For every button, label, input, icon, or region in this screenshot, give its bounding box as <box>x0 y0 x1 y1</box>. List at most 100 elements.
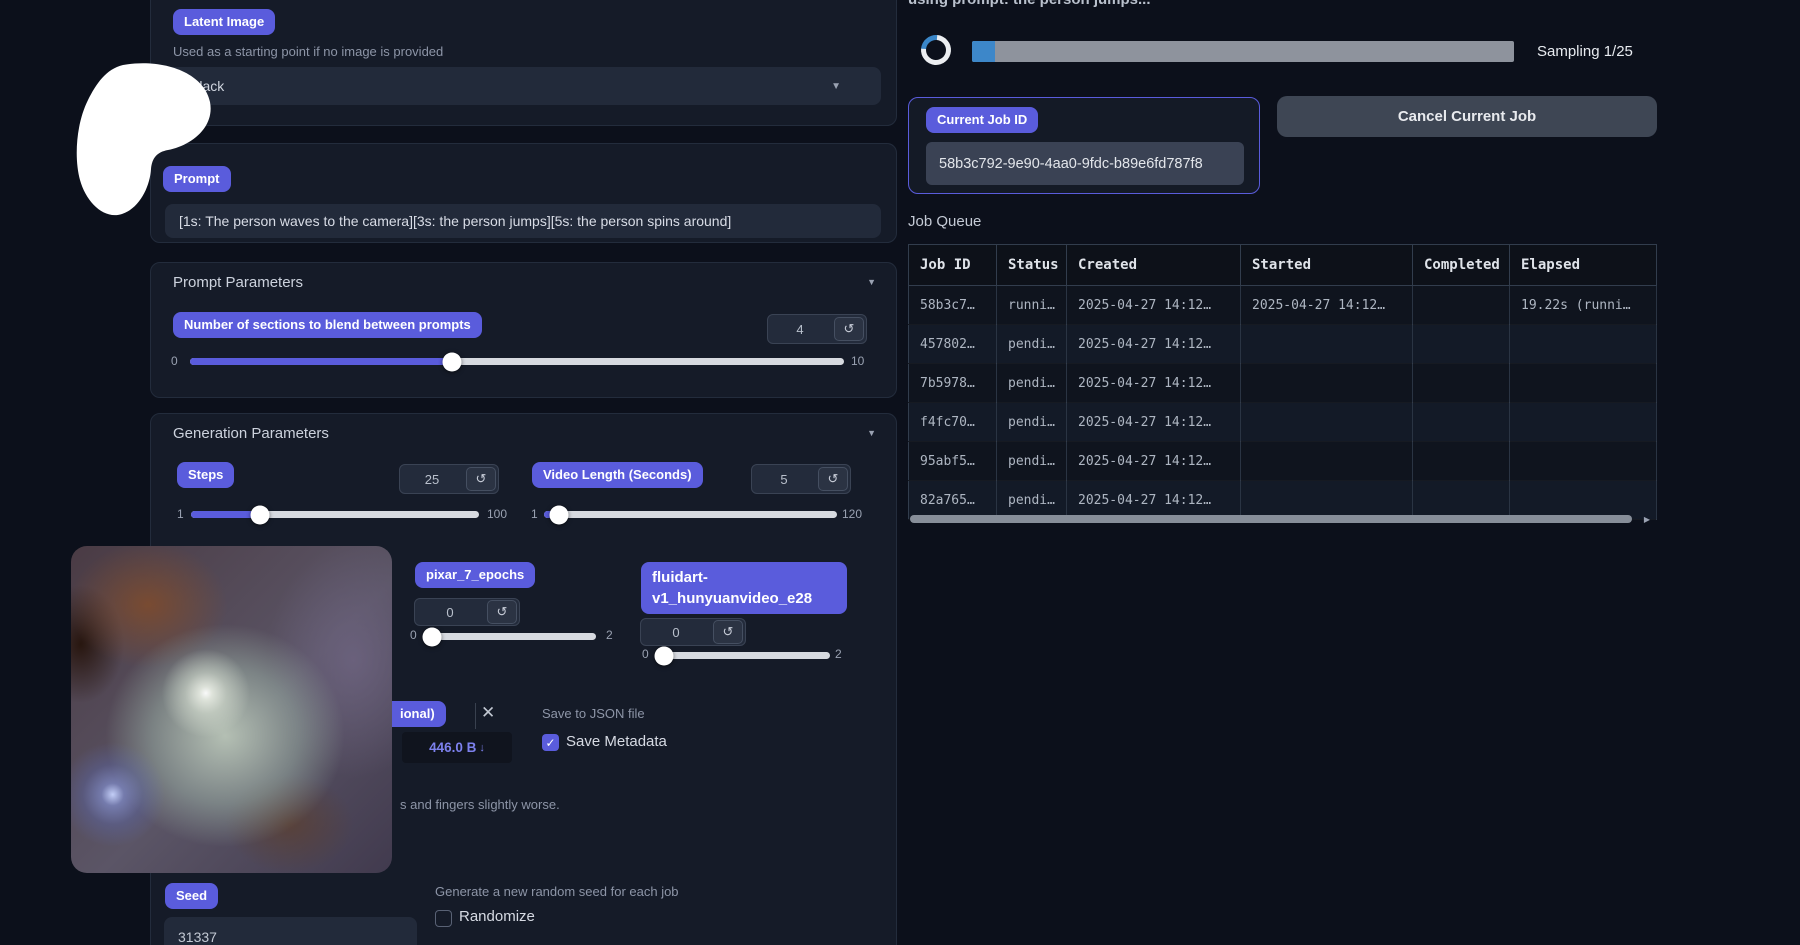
scroll-right-icon[interactable]: ▶ <box>1644 515 1650 524</box>
lora-fluidart-slider-track[interactable] <box>657 652 830 659</box>
video-length-slider-handle[interactable] <box>549 505 568 524</box>
table-cell <box>1241 442 1413 481</box>
prompt-input-value: [1s: The person waves to the camera][3s:… <box>179 213 731 229</box>
lora-fluidart-slider-handle[interactable] <box>654 646 673 665</box>
steps-stepper: 25 ↺ <box>399 464 499 494</box>
table-row[interactable]: 457802…pendi… 2025-04-27 14:12… <box>909 325 1657 364</box>
save-json-hint: Save to JSON file <box>542 706 645 721</box>
lora-pixar-slider-min: 0 <box>410 628 417 642</box>
blend-slider-handle[interactable] <box>442 352 461 371</box>
seed-input-value: 31337 <box>178 929 217 945</box>
clear-file-icon[interactable]: ✕ <box>481 703 495 723</box>
table-cell <box>1510 364 1657 403</box>
latent-image-select[interactable]: Black ▼ <box>165 67 881 105</box>
blend-slider-max: 10 <box>851 354 864 368</box>
chevron-down-icon[interactable]: ▼ <box>831 81 841 92</box>
lora-pixar-slider-track[interactable] <box>425 633 596 640</box>
blend-reset-button[interactable]: ↺ <box>834 317 864 341</box>
lora-pixar-reset-button[interactable]: ↺ <box>487 600 517 624</box>
metadata-file-size: 446.0 B <box>429 740 476 755</box>
current-job-panel: Current Job ID 58b3c792-9e90-4aa0-9fdc-b… <box>908 97 1260 194</box>
lora-pixar-slider-max: 2 <box>606 628 613 642</box>
table-cell <box>1241 325 1413 364</box>
table-scrollbar: ▶ <box>910 515 1650 524</box>
accordion-arrow-icon[interactable]: ▼ <box>867 428 876 438</box>
seed-input[interactable]: 31337 <box>164 917 417 945</box>
prompt-parameters-title[interactable]: Prompt Parameters <box>173 274 303 291</box>
table-cell: 2025-04-27 14:12… <box>1241 286 1413 325</box>
progress-bar-fill <box>972 41 995 62</box>
current-job-label: Current Job ID <box>926 107 1038 133</box>
table-cell <box>1510 403 1657 442</box>
table-header-cell[interactable]: Started <box>1241 245 1413 286</box>
table-row[interactable]: 7b5978…pendi… 2025-04-27 14:12… <box>909 364 1657 403</box>
table-cell: pendi… <box>997 481 1067 520</box>
app-window: Latent Image Used as a starting point if… <box>0 0 1800 945</box>
randomize-checkbox[interactable] <box>435 910 452 927</box>
job-queue-title: Job Queue <box>908 213 981 230</box>
table-cell: 2025-04-27 14:12… <box>1067 325 1241 364</box>
blend-value[interactable]: 4 <box>768 322 832 337</box>
table-cell <box>1413 286 1510 325</box>
table-header-cell[interactable]: Completed <box>1413 245 1510 286</box>
table-row[interactable]: f4fc70…pendi… 2025-04-27 14:12… <box>909 403 1657 442</box>
latent-image-label: Latent Image <box>173 9 275 35</box>
steps-value[interactable]: 25 <box>400 472 464 487</box>
video-length-value[interactable]: 5 <box>752 472 816 487</box>
star-speckles <box>71 546 73 548</box>
lora-fluidart-value[interactable]: 0 <box>641 625 711 640</box>
table-row[interactable]: 58b3c7…runni… 2025-04-27 14:12…2025-04-2… <box>909 286 1657 325</box>
save-metadata-label: Save Metadata <box>566 733 667 750</box>
table-cell <box>1510 442 1657 481</box>
table-cell: 7b5978… <box>909 364 997 403</box>
video-length-reset-button[interactable]: ↺ <box>818 467 848 491</box>
blend-stepper: 4 ↺ <box>767 314 867 344</box>
job-queue-header: Job IDStatusCreatedStartedCompletedElaps… <box>909 245 1657 286</box>
table-header-cell[interactable]: Status <box>997 245 1067 286</box>
table-header-cell[interactable]: Job ID <box>909 245 997 286</box>
lora-fluidart-slider-max: 2 <box>835 647 842 661</box>
blend-label: Number of sections to blend between prom… <box>173 312 482 338</box>
table-header-cell[interactable]: Created <box>1067 245 1241 286</box>
save-metadata-checkbox[interactable]: ✓ <box>542 734 559 751</box>
video-length-label: Video Length (Seconds) <box>532 462 703 488</box>
table-cell: 457802… <box>909 325 997 364</box>
latent-image-block: Latent Image Used as a starting point if… <box>150 0 897 126</box>
lora-pixar-value[interactable]: 0 <box>415 605 485 620</box>
table-cell <box>1413 442 1510 481</box>
table-cell: 2025-04-27 14:12… <box>1067 442 1241 481</box>
steps-reset-button[interactable]: ↺ <box>466 467 496 491</box>
table-cell <box>1510 325 1657 364</box>
table-row[interactable]: 95abf5…pendi… 2025-04-27 14:12… <box>909 442 1657 481</box>
job-queue-table: Job IDStatusCreatedStartedCompletedElaps… <box>908 244 1657 520</box>
video-length-slider-track[interactable] <box>544 511 837 518</box>
input-image-preview[interactable] <box>71 546 392 873</box>
lora-fluidart-reset-button[interactable]: ↺ <box>713 620 743 644</box>
accordion-arrow-icon[interactable]: ▼ <box>867 277 876 287</box>
lora-pixar-slider-handle[interactable] <box>422 627 441 646</box>
blend-slider-track[interactable] <box>190 358 844 365</box>
lora-pixar-label: pixar_7_epochs <box>415 562 535 588</box>
download-icon: ↓ <box>479 742 485 754</box>
table-cell <box>1413 481 1510 520</box>
table-cell: 58b3c7… <box>909 286 997 325</box>
table-row[interactable]: 82a765…pendi… 2025-04-27 14:12… <box>909 481 1657 520</box>
generation-parameters-title[interactable]: Generation Parameters <box>173 425 329 442</box>
seed-label: Seed <box>165 883 218 909</box>
cursor-blob-shape <box>74 62 214 222</box>
lora-description-fragment: s and fingers slightly worse. <box>400 797 560 812</box>
prompt-input[interactable]: [1s: The person waves to the camera][3s:… <box>165 204 881 238</box>
steps-slider-min: 1 <box>177 507 184 521</box>
cancel-current-job-button[interactable]: Cancel Current Job <box>1277 96 1657 137</box>
job-queue-body: 58b3c7…runni… 2025-04-27 14:12…2025-04-2… <box>909 286 1657 520</box>
table-cell: 82a765… <box>909 481 997 520</box>
steps-slider-track[interactable] <box>191 511 479 518</box>
table-cell: pendi… <box>997 325 1067 364</box>
table-cell <box>1241 481 1413 520</box>
table-scrollbar-thumb[interactable] <box>910 515 1632 523</box>
metadata-file-download[interactable]: 446.0 B ↓ <box>402 732 512 763</box>
current-job-id[interactable]: 58b3c792-9e90-4aa0-9fdc-b89e6fd787f8 <box>926 142 1244 185</box>
progress-bar <box>972 41 1514 62</box>
table-header-cell[interactable]: Elapsed <box>1510 245 1657 286</box>
steps-slider-handle[interactable] <box>251 505 270 524</box>
